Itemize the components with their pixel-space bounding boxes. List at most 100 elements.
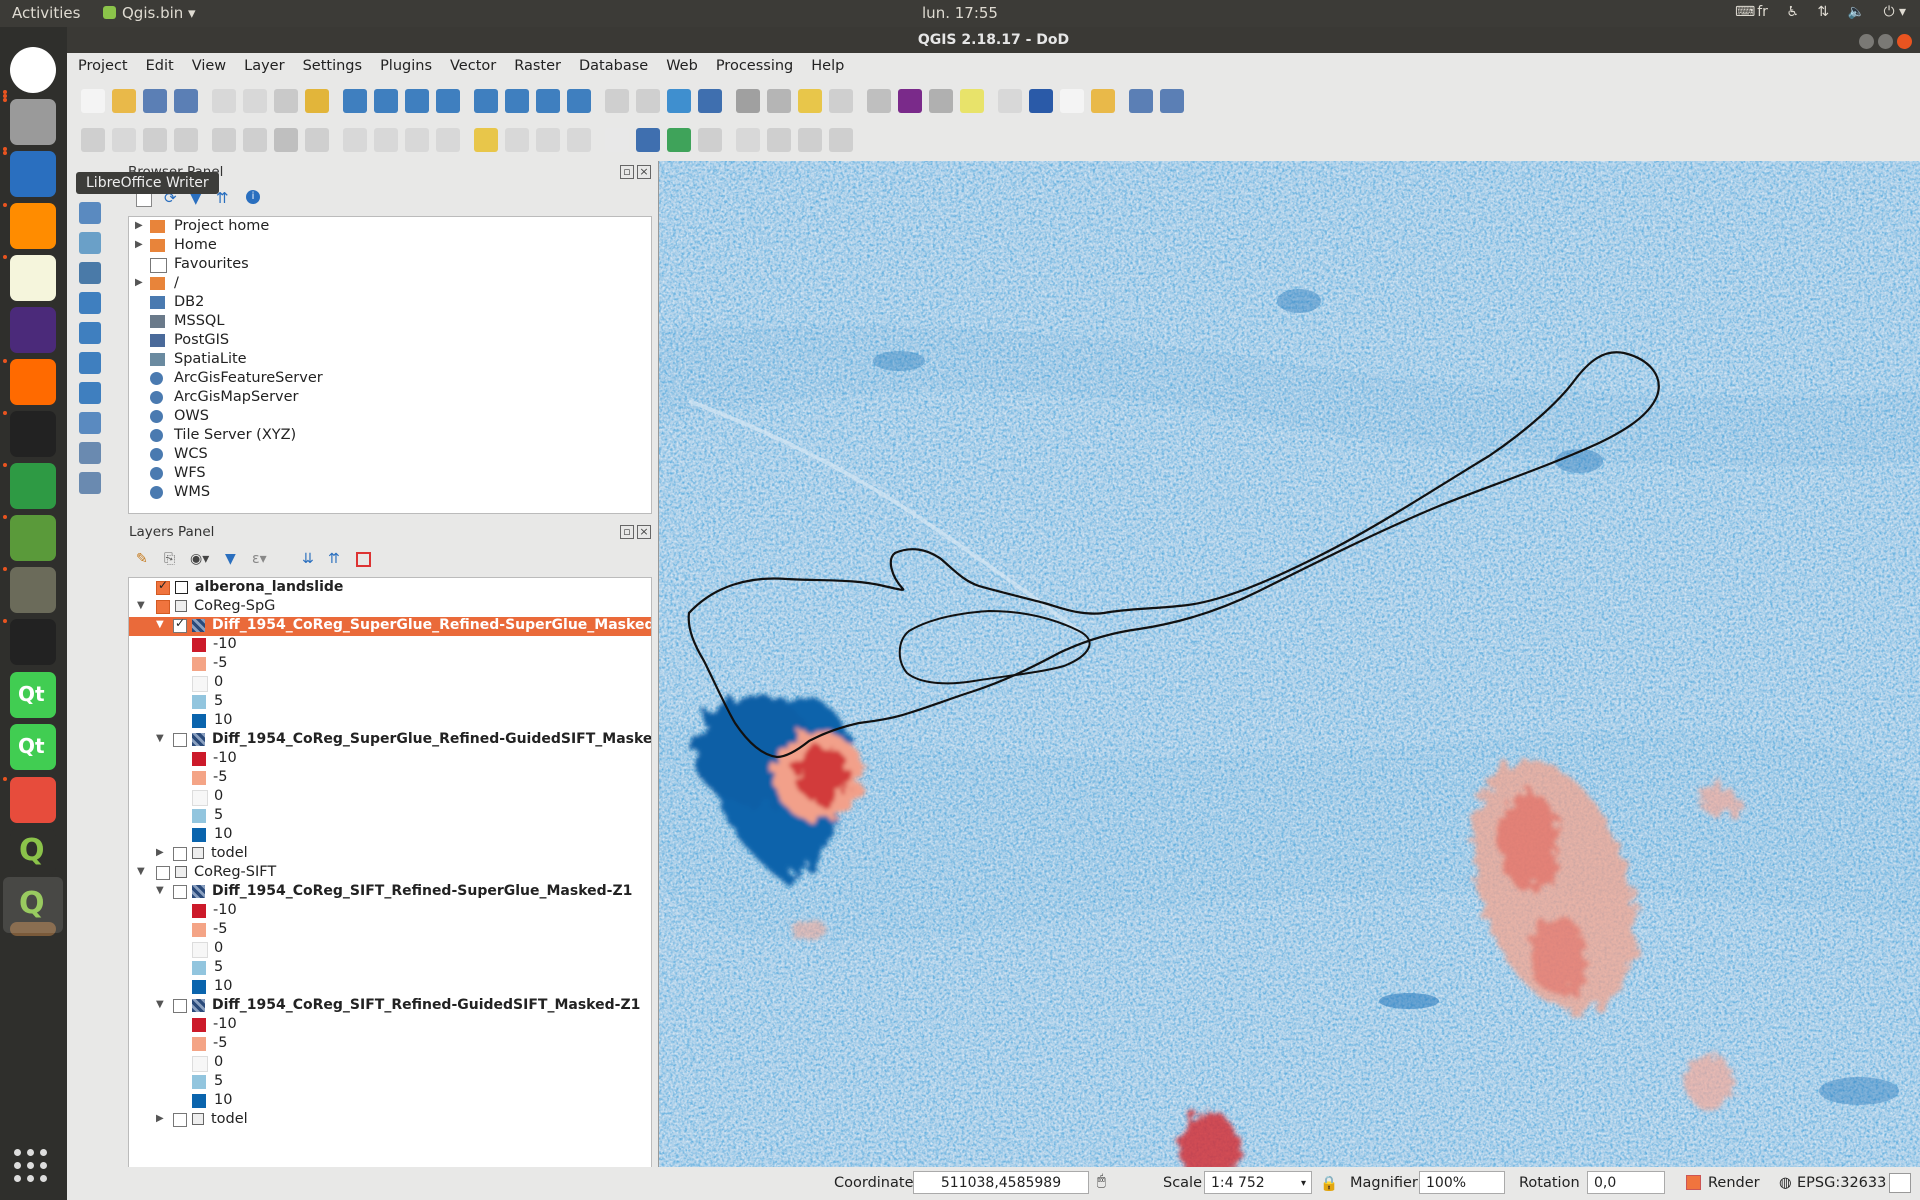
collapse-arrow-icon[interactable]: ▼ [137,866,145,877]
change-label-icon[interactable] [567,128,591,152]
menu-project[interactable]: Project [67,53,135,74]
add-group-icon[interactable]: ⎘ [164,551,175,567]
menu-raster[interactable]: Raster [503,53,568,74]
new-bookmark-icon[interactable] [605,89,629,113]
cut-icon[interactable] [305,128,329,152]
save-edits-icon[interactable] [143,128,167,152]
field-calc-icon[interactable] [829,89,853,113]
browser-item[interactable]: WMS [129,484,649,503]
zoom-out-icon[interactable] [374,89,398,113]
expand-arrow-icon[interactable]: ▼ [156,999,164,1010]
browser-item[interactable]: Favourites [129,256,649,275]
layer-row[interactable]: alberona_landslide [129,578,651,598]
volume-icon[interactable]: 🔈 [1848,4,1865,20]
pin-label-icon[interactable] [436,128,460,152]
gedit-icon[interactable] [10,255,56,301]
paste-icon[interactable] [374,128,398,152]
add-wcs-icon[interactable] [79,352,101,374]
select-icon[interactable] [767,89,791,113]
layer-visibility-checkbox[interactable] [173,616,187,633]
visibility-eye-icon[interactable]: ◉▾ [190,551,209,567]
menu-web[interactable]: Web [655,53,705,74]
identify-icon[interactable] [698,89,722,113]
text-annotation-icon[interactable] [1029,89,1053,113]
magnifier-spinbox[interactable]: 100% [1419,1171,1505,1194]
expand-arrow-icon[interactable]: ▶ [135,277,143,288]
gimp-icon[interactable] [10,567,56,613]
layer-group-row[interactable]: ▼ CoReg-SpG [129,598,651,617]
rotate-label-icon[interactable] [536,128,560,152]
qgis-icon[interactable]: Q [10,829,56,875]
sublime-icon[interactable] [10,203,56,249]
menu-help[interactable]: Help [800,53,851,74]
expand-arrow-icon[interactable]: ▼ [156,733,164,744]
menu-plugins[interactable]: Plugins [369,53,439,74]
layer-visibility-checkbox[interactable] [173,885,187,899]
add-wfs-icon[interactable] [79,322,101,344]
chrome-icon[interactable] [10,47,56,93]
map-canvas[interactable] [658,161,1920,1167]
system-monitor-icon[interactable] [10,619,56,665]
layer-visibility-checkbox[interactable] [156,600,170,614]
layer-group-row[interactable]: ▼ CoReg-SIFT [129,864,651,883]
save-as-icon[interactable] [174,89,198,113]
zoom-actual-icon[interactable] [405,89,429,113]
delete-icon[interactable] [274,128,298,152]
tips-icon[interactable] [998,89,1022,113]
minimize-button[interactable] [1859,34,1874,49]
expand-arrow-icon[interactable]: ▶ [156,1113,164,1124]
add-feature-icon[interactable] [174,128,198,152]
layer-visibility-checkbox[interactable] [173,999,187,1013]
new-project-icon[interactable] [1091,89,1115,113]
browser-item[interactable]: SpatiaLite [129,351,649,370]
python-icon[interactable] [636,128,660,152]
menu-processing[interactable]: Processing [705,53,800,74]
add-feature-icon[interactable] [798,128,822,152]
browser-item[interactable]: ▶ Project home [129,218,649,237]
pan-icon[interactable] [274,89,298,113]
calc-icon[interactable] [10,463,56,509]
save-edits-icon[interactable] [767,128,791,152]
open-table-icon[interactable] [867,89,891,113]
collapse-arrow-icon[interactable]: ▼ [137,600,145,611]
expand-arrow-icon[interactable]: ▼ [156,885,164,896]
accessibility-icon[interactable]: ♿ [1786,4,1799,20]
composer-manager-icon[interactable] [243,89,267,113]
menu-vector[interactable]: Vector [439,53,503,74]
zoom-next-icon[interactable] [567,89,591,113]
pdf-icon[interactable] [10,777,56,823]
browser-item[interactable]: PostGIS [129,332,649,351]
deselect-icon[interactable] [798,89,822,113]
save-project-icon[interactable] [143,89,167,113]
menu-layer[interactable]: Layer [233,53,291,74]
files-icon[interactable] [10,99,56,145]
add-postgis-icon[interactable] [79,262,101,284]
zoom-last-icon[interactable] [536,89,560,113]
move-icon[interactable] [829,128,853,152]
highlight-label-icon[interactable] [474,128,498,152]
actions-icon[interactable] [736,89,760,113]
zoom-layer-icon[interactable] [474,89,498,113]
move-label-icon[interactable] [505,128,529,152]
edit-icon[interactable] [698,128,722,152]
new-spatialite-layer-icon[interactable] [79,472,101,494]
label-icon[interactable] [405,128,429,152]
add-spatialite-icon[interactable] [79,232,101,254]
coordinate-field[interactable]: 511038,4585989 [913,1171,1089,1194]
layer-visibility-checkbox[interactable] [156,578,170,595]
messages-icon[interactable] [1889,1173,1911,1193]
browser-item[interactable]: WFS [129,465,649,484]
toggle-extents-icon[interactable]: 🖱 [1097,1173,1106,1189]
float-panel-button[interactable]: ▫ [620,165,634,179]
lock-icon[interactable]: 🔒 [1320,1175,1338,1192]
layer-group-row[interactable]: ▶ todel [129,1111,651,1130]
layer-row[interactable]: ▼ Diff_1954_CoReg_SuperGlue_Refined-Guide… [129,731,651,750]
browser-item[interactable]: OWS [129,408,649,427]
expand-arrow-icon[interactable]: ▶ [156,847,164,858]
image-viewer-icon[interactable] [10,515,56,561]
refresh-icon[interactable] [667,89,691,113]
layer-visibility-checkbox[interactable] [173,733,187,747]
collapse-all-icon[interactable]: ⇈ [328,551,340,567]
raster-terrain-icon[interactable] [667,128,691,152]
measure-icon[interactable] [960,89,984,113]
